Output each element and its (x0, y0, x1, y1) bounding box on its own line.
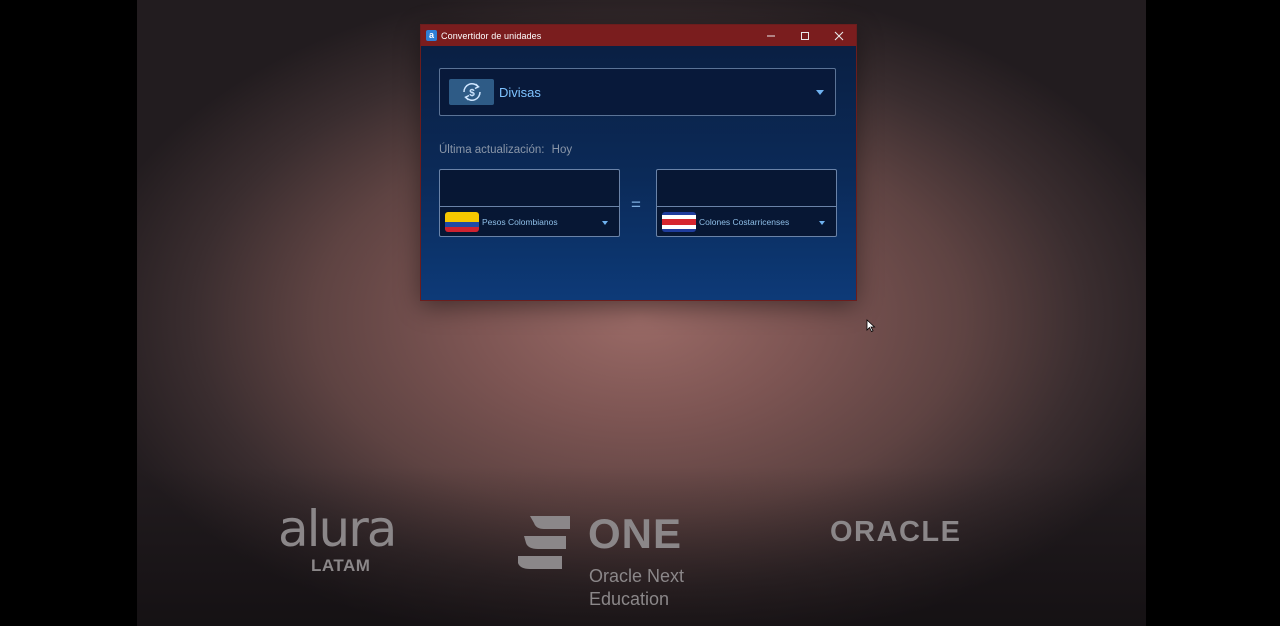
close-button[interactable] (822, 25, 856, 46)
to-currency-box: Colones Costarricenses (656, 169, 837, 237)
alura-latam-label: LATAM (311, 556, 371, 575)
chevron-down-icon (816, 90, 824, 95)
app-icon: a (426, 30, 437, 41)
from-amount-input[interactable] (440, 170, 619, 206)
from-currency-box: Pesos Colombianos (439, 169, 620, 237)
alura-logo: alura (278, 500, 397, 558)
svg-text:$: $ (469, 88, 475, 99)
costa-rica-flag-icon (662, 212, 696, 232)
one-logo-text: ONE (588, 510, 683, 557)
to-currency-label: Colones Costarricenses (699, 217, 790, 227)
to-currency-select[interactable]: Colones Costarricenses (657, 206, 836, 237)
close-icon (834, 31, 844, 40)
equals-sign: = (631, 195, 641, 214)
minimize-button[interactable] (754, 25, 788, 46)
conversion-type-label: Divisas (499, 84, 541, 100)
chevron-down-icon (819, 221, 825, 225)
maximize-icon (801, 31, 809, 40)
title-bar[interactable]: a Convertidor de unidades (421, 25, 856, 46)
oracle-logo: ORACLE (830, 516, 962, 548)
last-update-label: Última actualización: (439, 144, 545, 156)
window-title: Convertidor de unidades (441, 30, 542, 41)
chevron-down-icon (602, 221, 608, 225)
colombia-flag-icon (445, 212, 479, 232)
one-logo-subtitle: Oracle Next Education (589, 565, 684, 611)
converter-window: a Convertidor de unidades $ Divisas Últi… (421, 25, 856, 300)
one-logo-line2: Education (589, 589, 670, 609)
mouse-cursor-icon (866, 319, 876, 333)
minimize-icon (767, 35, 775, 36)
maximize-button[interactable] (788, 25, 822, 46)
one-logo-line1: Oracle Next (589, 566, 685, 586)
to-amount-input[interactable] (657, 170, 836, 206)
conversion-type-select[interactable]: $ Divisas (439, 68, 836, 116)
last-update-value: Hoy (551, 144, 573, 156)
from-currency-select[interactable]: Pesos Colombianos (440, 206, 619, 237)
currency-exchange-icon: $ (449, 79, 494, 105)
last-update-line: Última actualización: Hoy (439, 144, 576, 156)
one-logo-mark-icon (518, 516, 570, 569)
from-currency-label: Pesos Colombianos (482, 217, 558, 227)
